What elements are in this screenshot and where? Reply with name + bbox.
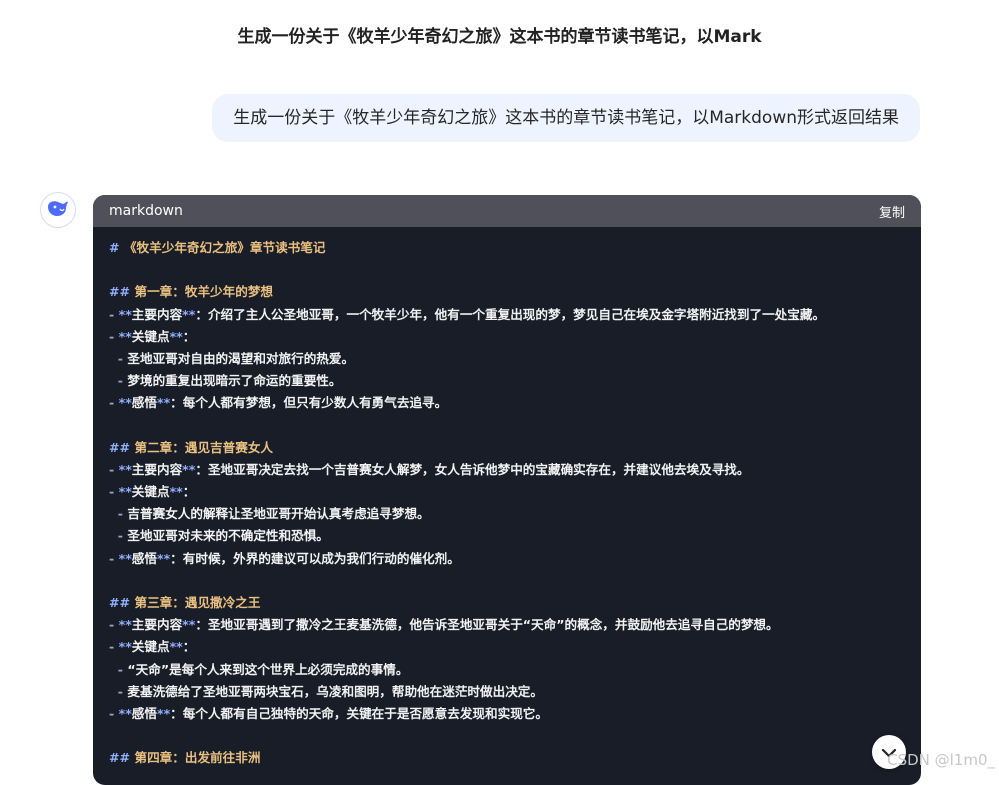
user-message-text: 生成一份关于《牧羊少年奇幻之旅》这本书的章节读书笔记，以Markdown形式返回…: [233, 108, 899, 128]
code-line: - 梦境的重复出现暗示了命运的重要性。: [109, 373, 342, 389]
code-line: - **主要内容**：介绍了主人公圣地亚哥，一个牧羊少年，他有一个重复出现的梦，…: [109, 306, 826, 322]
code-header: markdown 复制: [93, 195, 921, 227]
user-message-bubble: 生成一份关于《牧羊少年奇幻之旅》这本书的章节读书笔记，以Markdown形式返回…: [212, 94, 920, 142]
code-content: # 《牧羊少年奇幻之旅》章节读书笔记 ## 第一章：牧羊少年的梦想 - **主要…: [93, 227, 921, 770]
code-line: ## 第三章：遇见撒冷之王: [109, 595, 261, 610]
code-line: ## 第一章：牧羊少年的梦想: [109, 284, 274, 300]
code-line: - **关键点**：: [109, 639, 196, 655]
code-line: - **关键点**：: [109, 328, 196, 344]
code-block: markdown 复制 # 《牧羊少年奇幻之旅》章节读书笔记 ## 第一章：牧羊…: [93, 195, 921, 785]
deepseek-whale-icon: [46, 198, 70, 222]
code-line: ## 第四章：出发前往非洲: [109, 750, 261, 766]
code-line: - **主要内容**：圣地亚哥决定去找一个吉普赛女人解梦，女人告诉他梦中的宝藏确…: [109, 461, 750, 477]
conversation-title: 生成一份关于《牧羊少年奇幻之旅》这本书的章节读书笔记，以Mark: [237, 27, 762, 47]
assistant-avatar: [40, 192, 76, 228]
code-line: - **感悟**：每个人都有自己独特的天命，关键在于是否愿意去发现和实现它。: [109, 705, 548, 721]
code-line: ## 第二章：遇见吉普赛女人: [109, 439, 274, 455]
code-line: - **主要内容**：圣地亚哥遇到了撒冷之王麦基洗德，他告诉圣地亚哥关于“天命”…: [109, 617, 779, 633]
code-line: - “天命”是每个人来到这个世界上必须完成的事情。: [109, 661, 409, 677]
code-line: - 圣地亚哥对自由的渴望和对旅行的热爱。: [109, 350, 355, 366]
code-line: - 吉普赛女人的解释让圣地亚哥开始认真考虑追寻梦想。: [109, 506, 430, 522]
copy-button[interactable]: 复制: [879, 202, 905, 221]
code-language-label: markdown: [109, 203, 183, 219]
code-line: # 《牧羊少年奇幻之旅》章节读书笔记: [109, 240, 326, 255]
watermark: CSDN @l1m0_: [887, 751, 995, 769]
code-line: - **关键点**：: [109, 484, 196, 500]
code-line: - **感悟**：每个人都有梦想，但只有少数人有勇气去追寻。: [109, 395, 448, 411]
code-line: - 圣地亚哥对未来的不确定性和恐惧。: [109, 528, 329, 544]
code-line: - 麦基洗德给了圣地亚哥两块宝石，乌凌和图明，帮助他在迷茫时做出决定。: [109, 683, 543, 699]
code-line: - **感悟**：有时候，外界的建议可以成为我们行动的催化剂。: [109, 550, 460, 566]
